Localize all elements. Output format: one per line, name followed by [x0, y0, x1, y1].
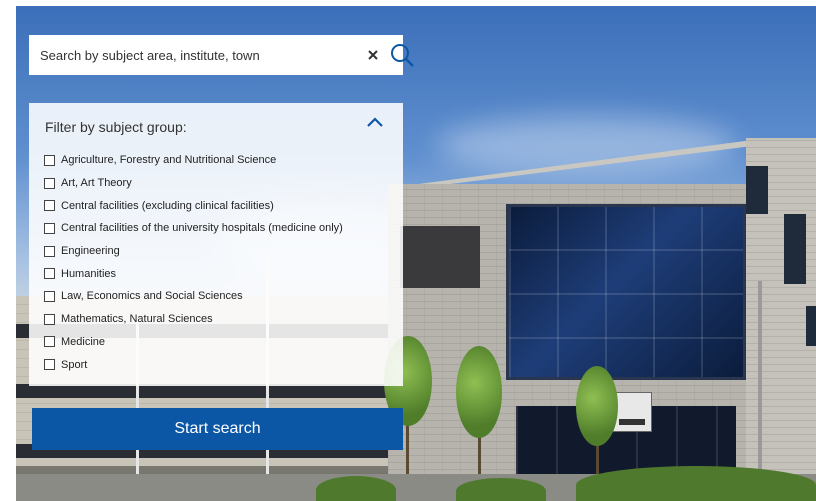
checkbox[interactable] [44, 313, 55, 325]
tree [576, 366, 618, 446]
filter-option[interactable]: Art, Art Theory [44, 172, 343, 195]
checkbox[interactable] [44, 359, 55, 371]
street-sign [612, 392, 652, 432]
search-icon[interactable] [389, 42, 415, 68]
filter-option-label: Mathematics, Natural Sciences [61, 313, 213, 326]
building-window [806, 306, 816, 346]
subject-group-list: Agriculture, Forestry and Nutritional Sc… [44, 149, 343, 376]
filter-option[interactable]: Medicine [44, 331, 343, 354]
window-strip [16, 384, 396, 398]
checkbox[interactable] [44, 200, 55, 212]
filter-option-label: Medicine [61, 335, 106, 348]
filter-option[interactable]: Engineering [44, 240, 343, 263]
building-window [746, 166, 768, 214]
bush [316, 476, 396, 501]
chevron-up-icon[interactable] [365, 115, 385, 129]
building-window [784, 214, 806, 284]
filter-option[interactable]: Agriculture, Forestry and Nutritional Sc… [44, 149, 343, 172]
glass-facade [506, 204, 746, 380]
bush [576, 466, 816, 501]
filter-option[interactable]: Central facilities (excluding clinical f… [44, 194, 343, 217]
cloud [436, 116, 736, 176]
checkbox[interactable] [44, 268, 55, 280]
filter-option[interactable]: Mathematics, Natural Sciences [44, 308, 343, 331]
filter-option-label: Central facilities (excluding clinical f… [61, 199, 274, 212]
filter-option[interactable]: Sport [44, 353, 343, 376]
checkbox[interactable] [44, 177, 55, 189]
building-logo [400, 226, 480, 288]
filter-option-label: Engineering [61, 245, 120, 258]
filter-option-label: Humanities [61, 267, 117, 280]
filter-option-label: Art, Art Theory [61, 177, 132, 190]
checkbox[interactable] [44, 336, 55, 348]
filter-option-label: Law, Economics and Social Sciences [61, 290, 243, 303]
start-search-button[interactable]: Start search [32, 408, 403, 450]
checkbox[interactable] [44, 290, 55, 302]
filter-option-label: Agriculture, Forestry and Nutritional Sc… [61, 154, 277, 167]
filter-option-label: Central facilities of the university hos… [61, 222, 343, 235]
checkbox[interactable] [44, 154, 55, 166]
tree [456, 346, 502, 438]
filter-option[interactable]: Law, Economics and Social Sciences [44, 285, 343, 308]
filter-option-label: Sport [61, 358, 88, 371]
search-box [29, 35, 414, 75]
filter-option[interactable]: Central facilities of the university hos… [44, 217, 343, 240]
checkbox[interactable] [44, 245, 55, 257]
filter-title: Filter by subject group: [45, 119, 187, 135]
close-icon[interactable] [367, 48, 379, 62]
filter-option[interactable]: Humanities [44, 262, 343, 285]
search-input[interactable] [29, 35, 329, 75]
filter-panel: Filter by subject group: Agriculture, Fo… [29, 103, 403, 386]
bush [456, 478, 546, 501]
checkbox[interactable] [44, 222, 55, 234]
